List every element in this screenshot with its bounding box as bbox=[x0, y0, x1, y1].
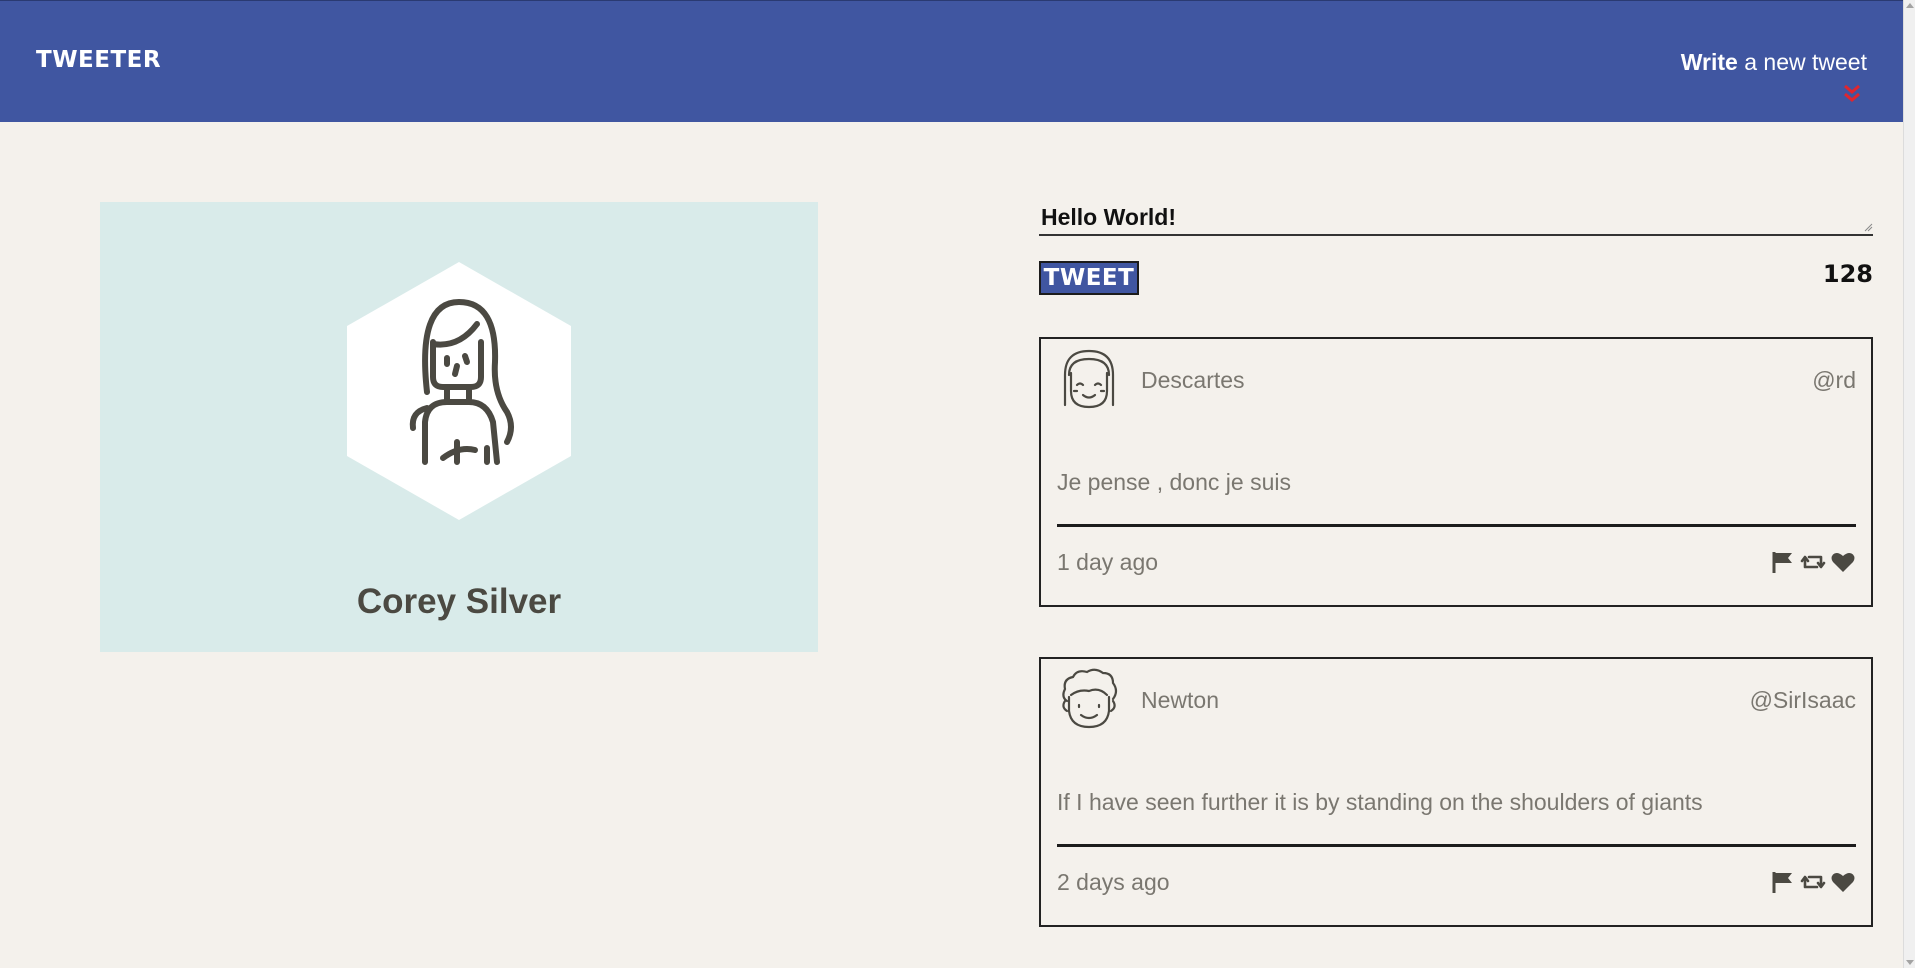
page-scrollbar[interactable] bbox=[1903, 0, 1915, 968]
retweet-icon[interactable] bbox=[1800, 869, 1826, 895]
profile-card: Corey Silver bbox=[100, 202, 818, 652]
tweet-actions bbox=[1770, 869, 1856, 895]
character-counter: 128 bbox=[1822, 260, 1873, 288]
retweet-icon[interactable] bbox=[1800, 549, 1826, 575]
scroll-up-arrow-icon[interactable] bbox=[1906, 3, 1914, 8]
brand-logo[interactable]: TWEETER bbox=[36, 47, 161, 73]
heart-icon[interactable] bbox=[1830, 869, 1856, 895]
tweet-text: Je pense , donc je suis bbox=[1057, 469, 1291, 495]
heart-icon[interactable] bbox=[1830, 549, 1856, 575]
write-new-tweet-toggle[interactable]: Write a new tweet bbox=[1680, 49, 1867, 102]
tweet-author-handle[interactable]: @SirIsaac bbox=[1750, 687, 1856, 714]
tweet-text: If I have seen further it is by standing… bbox=[1057, 789, 1703, 815]
tweet-submit-button[interactable]: TWEET bbox=[1039, 261, 1139, 295]
flag-icon[interactable] bbox=[1770, 549, 1796, 575]
tweet-divider bbox=[1057, 524, 1856, 527]
double-chevron-down-icon[interactable] bbox=[1841, 83, 1863, 105]
avatar bbox=[1062, 668, 1118, 729]
resize-grip-icon[interactable] bbox=[1863, 222, 1873, 232]
tweet-card: Newton @SirIsaac If I have seen further … bbox=[1039, 657, 1873, 927]
avatar bbox=[1063, 349, 1115, 409]
tweet-actions bbox=[1770, 549, 1856, 575]
new-tweet-label: a new tweet bbox=[1744, 49, 1867, 75]
tweet-compose-input[interactable] bbox=[1039, 200, 1873, 236]
tweet-author-name[interactable]: Descartes bbox=[1141, 367, 1245, 394]
tweet-divider bbox=[1057, 844, 1856, 847]
top-nav: TWEETER Write a new tweet bbox=[0, 0, 1903, 122]
profile-name: Corey Silver bbox=[356, 582, 562, 621]
tweet-author-name[interactable]: Newton bbox=[1141, 687, 1219, 714]
scroll-down-arrow-icon[interactable] bbox=[1906, 960, 1914, 965]
profile-avatar bbox=[347, 262, 571, 520]
flag-icon[interactable] bbox=[1770, 869, 1796, 895]
tweet-author-handle[interactable]: @rd bbox=[1812, 367, 1856, 394]
write-label: Write bbox=[1680, 49, 1738, 75]
tweet-card: Descartes @rd Je pense , donc je suis 1 … bbox=[1039, 337, 1873, 607]
tweet-timestamp: 1 day ago bbox=[1057, 549, 1159, 575]
tweet-timestamp: 2 days ago bbox=[1057, 869, 1170, 895]
